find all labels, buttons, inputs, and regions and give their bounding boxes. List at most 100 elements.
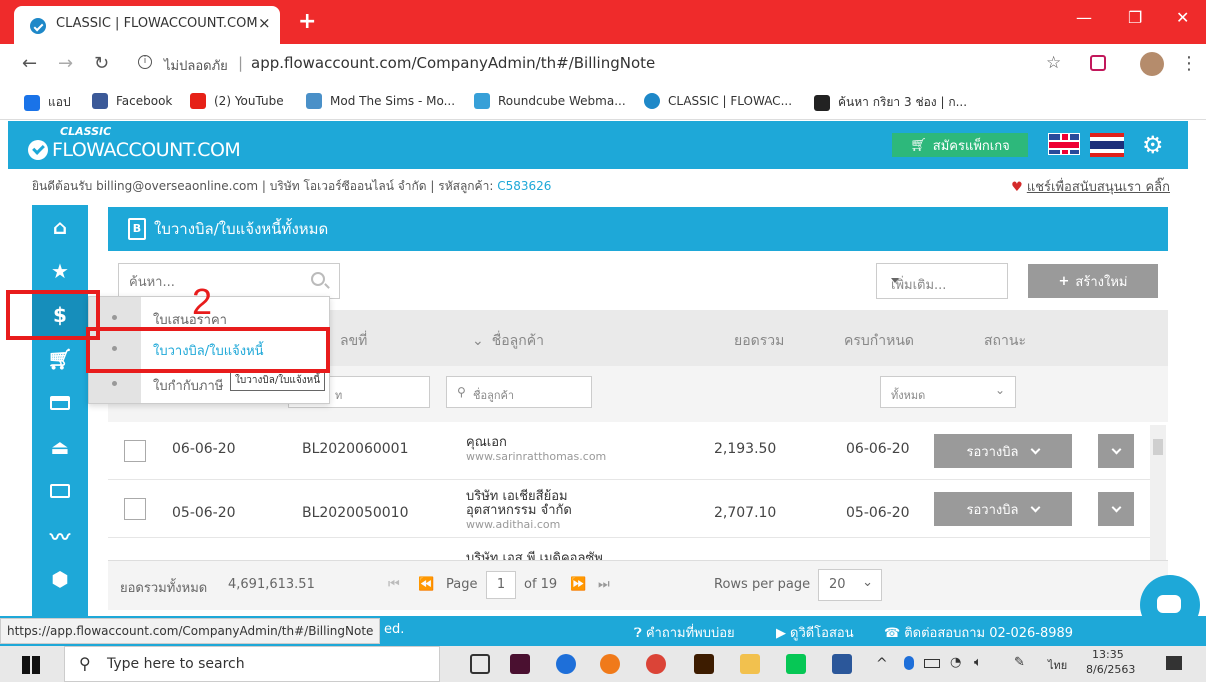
volume-icon[interactable]: 🔈︎ xyxy=(974,655,982,670)
sidebar-item-favorites[interactable]: ★ xyxy=(32,249,88,293)
sidebar-item-upload[interactable]: ⏏ xyxy=(32,425,88,469)
column-total[interactable]: ยอดรวม xyxy=(734,330,784,352)
filter-status-select[interactable]: ทั้งหมด ⌄ xyxy=(880,376,1016,408)
bookmark-label: แอป xyxy=(48,95,71,109)
page-input[interactable]: 1 xyxy=(486,571,516,599)
firefox-icon[interactable] xyxy=(600,654,620,674)
row-status-button[interactable]: รอวางบิล xyxy=(934,434,1072,468)
new-tab-button[interactable]: + xyxy=(298,9,316,34)
bookmark-facebook[interactable]: Facebook xyxy=(92,93,172,109)
tab-close-icon[interactable]: × xyxy=(258,14,271,32)
search-input[interactable] xyxy=(129,272,299,292)
row-customer[interactable]: บริษัท เอเชียสีย้อม อุตสาหกรรม จำกัด www… xyxy=(466,490,572,532)
clock-date[interactable]: 8/6/2563 xyxy=(1086,663,1135,676)
next-page-icon[interactable]: ⏩ xyxy=(570,577,586,592)
task-view-icon[interactable] xyxy=(470,654,490,674)
sidebar-item-expenses[interactable]: 🛒︎ xyxy=(32,337,88,381)
sidebar-item-reports[interactable]: 〰 xyxy=(32,513,88,557)
search-box[interactable] xyxy=(118,263,340,299)
illustrator-icon[interactable] xyxy=(694,654,714,674)
file-explorer-icon[interactable] xyxy=(740,654,760,674)
maximize-icon[interactable]: ❐ xyxy=(1128,8,1142,27)
sidebar-item-cash[interactable] xyxy=(32,469,88,513)
scrollbar-thumb[interactable] xyxy=(1153,439,1163,455)
sidebar-item-cards[interactable] xyxy=(32,381,88,425)
search-icon[interactable] xyxy=(311,272,325,286)
english-flag-icon[interactable] xyxy=(1048,133,1080,155)
browser-tab[interactable]: CLASSIC | FLOWACCOUNT.COM × xyxy=(14,6,280,44)
sidebar-item-home[interactable]: ⌂ xyxy=(32,205,88,249)
column-doc-no[interactable]: ลขที่ xyxy=(340,330,367,352)
share-link[interactable]: ♥ แชร์เพื่อสนับสนุนเรา คลิ๊ก xyxy=(1011,176,1170,197)
table-row[interactable]: 05-06-20 BL2020050010 บริษัท เอเชียสีย้อ… xyxy=(108,480,1158,538)
bookmark-flowaccount[interactable]: CLASSIC | FLOWAC... xyxy=(644,93,792,109)
bookmark-star-icon[interactable]: ☆ xyxy=(1046,53,1061,73)
faq-link[interactable]: ❓︎ คำถามที่พบบ่อย xyxy=(634,622,735,643)
column-due[interactable]: ครบกำหนด xyxy=(844,330,914,352)
caret-down-icon xyxy=(891,278,899,283)
row-status-button[interactable]: รอวางบิล xyxy=(934,492,1072,526)
close-window-icon[interactable]: ✕ xyxy=(1176,8,1189,27)
bookmark-apps[interactable]: แอป xyxy=(24,93,71,112)
column-status[interactable]: สถานะ xyxy=(984,330,1026,352)
pen-icon[interactable]: ✎ xyxy=(1014,655,1025,670)
row-checkbox[interactable] xyxy=(124,440,146,462)
row-doc-no[interactable]: BL2020050010 xyxy=(302,505,408,521)
create-new-button[interactable]: + สร้างใหม่ xyxy=(1028,264,1158,298)
logo-check-icon xyxy=(28,140,48,160)
taskbar-search-placeholder: Type here to search xyxy=(107,656,245,672)
bookmark-roundcube[interactable]: Roundcube Webma... xyxy=(474,93,626,109)
bookmark-verb[interactable]: ค้นหา กริยา 3 ช่อง | ก... xyxy=(814,93,967,112)
edge-icon[interactable] xyxy=(556,654,576,674)
reload-icon[interactable]: ↻ xyxy=(94,53,109,74)
tab-title: CLASSIC | FLOWACCOUNT.COM xyxy=(56,16,258,31)
sidebar-item-products[interactable]: ⬢ xyxy=(32,557,88,601)
back-arrow-icon[interactable]: ← xyxy=(22,53,37,74)
bookmark-youtube[interactable]: (2) YouTube xyxy=(190,93,284,109)
word-icon[interactable] xyxy=(832,654,852,674)
line-icon[interactable] xyxy=(786,654,806,674)
annotation-step-number: 2 xyxy=(192,281,213,322)
tray-chevron-icon[interactable]: ^ xyxy=(876,656,888,672)
extension-icon[interactable] xyxy=(1090,55,1106,71)
forward-arrow-icon[interactable]: → xyxy=(58,53,73,74)
row-doc-no[interactable]: BL2020060001 xyxy=(302,441,408,457)
video-link[interactable]: ▶ ดูวิดีโอสอน xyxy=(776,622,854,643)
row-actions-button[interactable] xyxy=(1098,492,1134,526)
table-scrollbar[interactable] xyxy=(1150,425,1166,565)
thai-flag-icon[interactable] xyxy=(1090,133,1124,157)
table-row[interactable]: 06-06-20 BL2020060001 คุณเอก www.sarinra… xyxy=(108,422,1158,480)
gear-icon[interactable]: ⚙ xyxy=(1142,131,1164,159)
bookmark-modthesims[interactable]: Mod The Sims - Mo... xyxy=(306,93,455,109)
minimize-icon[interactable]: — xyxy=(1076,8,1092,27)
notification-icon[interactable] xyxy=(1166,656,1182,670)
chrome-icon[interactable] xyxy=(646,654,666,674)
flowaccount-logo[interactable]: FLOWACCOUNT.COM xyxy=(28,139,241,161)
filter-customer[interactable]: ⚲ ชื่อลูกค้า xyxy=(446,376,592,408)
bluetooth-icon[interactable] xyxy=(904,656,914,670)
battery-icon[interactable] xyxy=(924,659,940,668)
input-language[interactable]: ไทย xyxy=(1048,656,1067,674)
row-checkbox[interactable] xyxy=(124,498,146,520)
more-dropdown[interactable]: เพิ่มเติม... xyxy=(876,263,1008,299)
taskbar-search[interactable]: ⚲ Type here to search xyxy=(64,646,440,682)
first-page-icon[interactable]: ⏮ xyxy=(388,577,400,592)
menu-dots-icon[interactable]: ⋮ xyxy=(1180,53,1198,74)
url-text[interactable]: app.flowaccount.com/CompanyAdmin/th#/Bil… xyxy=(251,54,655,72)
table-row[interactable]: บริษัท เอส พี เมดิคอลซัพ xyxy=(108,538,1158,560)
subscribe-package-button[interactable]: 🛒︎ สมัครแพ็กเกจ xyxy=(892,133,1028,157)
info-icon[interactable]: i xyxy=(138,55,152,69)
indesign-icon[interactable] xyxy=(510,654,530,674)
contact-link[interactable]: ☎ ติดต่อสอบถาม 02-026-8989 xyxy=(884,622,1073,643)
column-customer[interactable]: ⌄ ชื่อลูกค้า xyxy=(472,330,544,352)
address-bar[interactable]: i ไม่ปลอดภัย | app.flowaccount.com/Compa… xyxy=(126,50,1076,80)
profile-avatar[interactable] xyxy=(1140,52,1164,76)
row-customer[interactable]: คุณเอก www.sarinratthomas.com xyxy=(466,436,606,464)
clock-time[interactable]: 13:35 xyxy=(1092,648,1124,661)
prev-page-icon[interactable]: ⏪ xyxy=(418,577,434,592)
last-page-icon[interactable]: ⏭ xyxy=(598,577,610,592)
wifi-icon[interactable]: ◔ xyxy=(950,655,961,670)
rows-per-page-select[interactable]: 20 ⌄ xyxy=(818,569,882,601)
row-actions-button[interactable] xyxy=(1098,434,1134,468)
windows-start-icon[interactable] xyxy=(22,656,40,674)
